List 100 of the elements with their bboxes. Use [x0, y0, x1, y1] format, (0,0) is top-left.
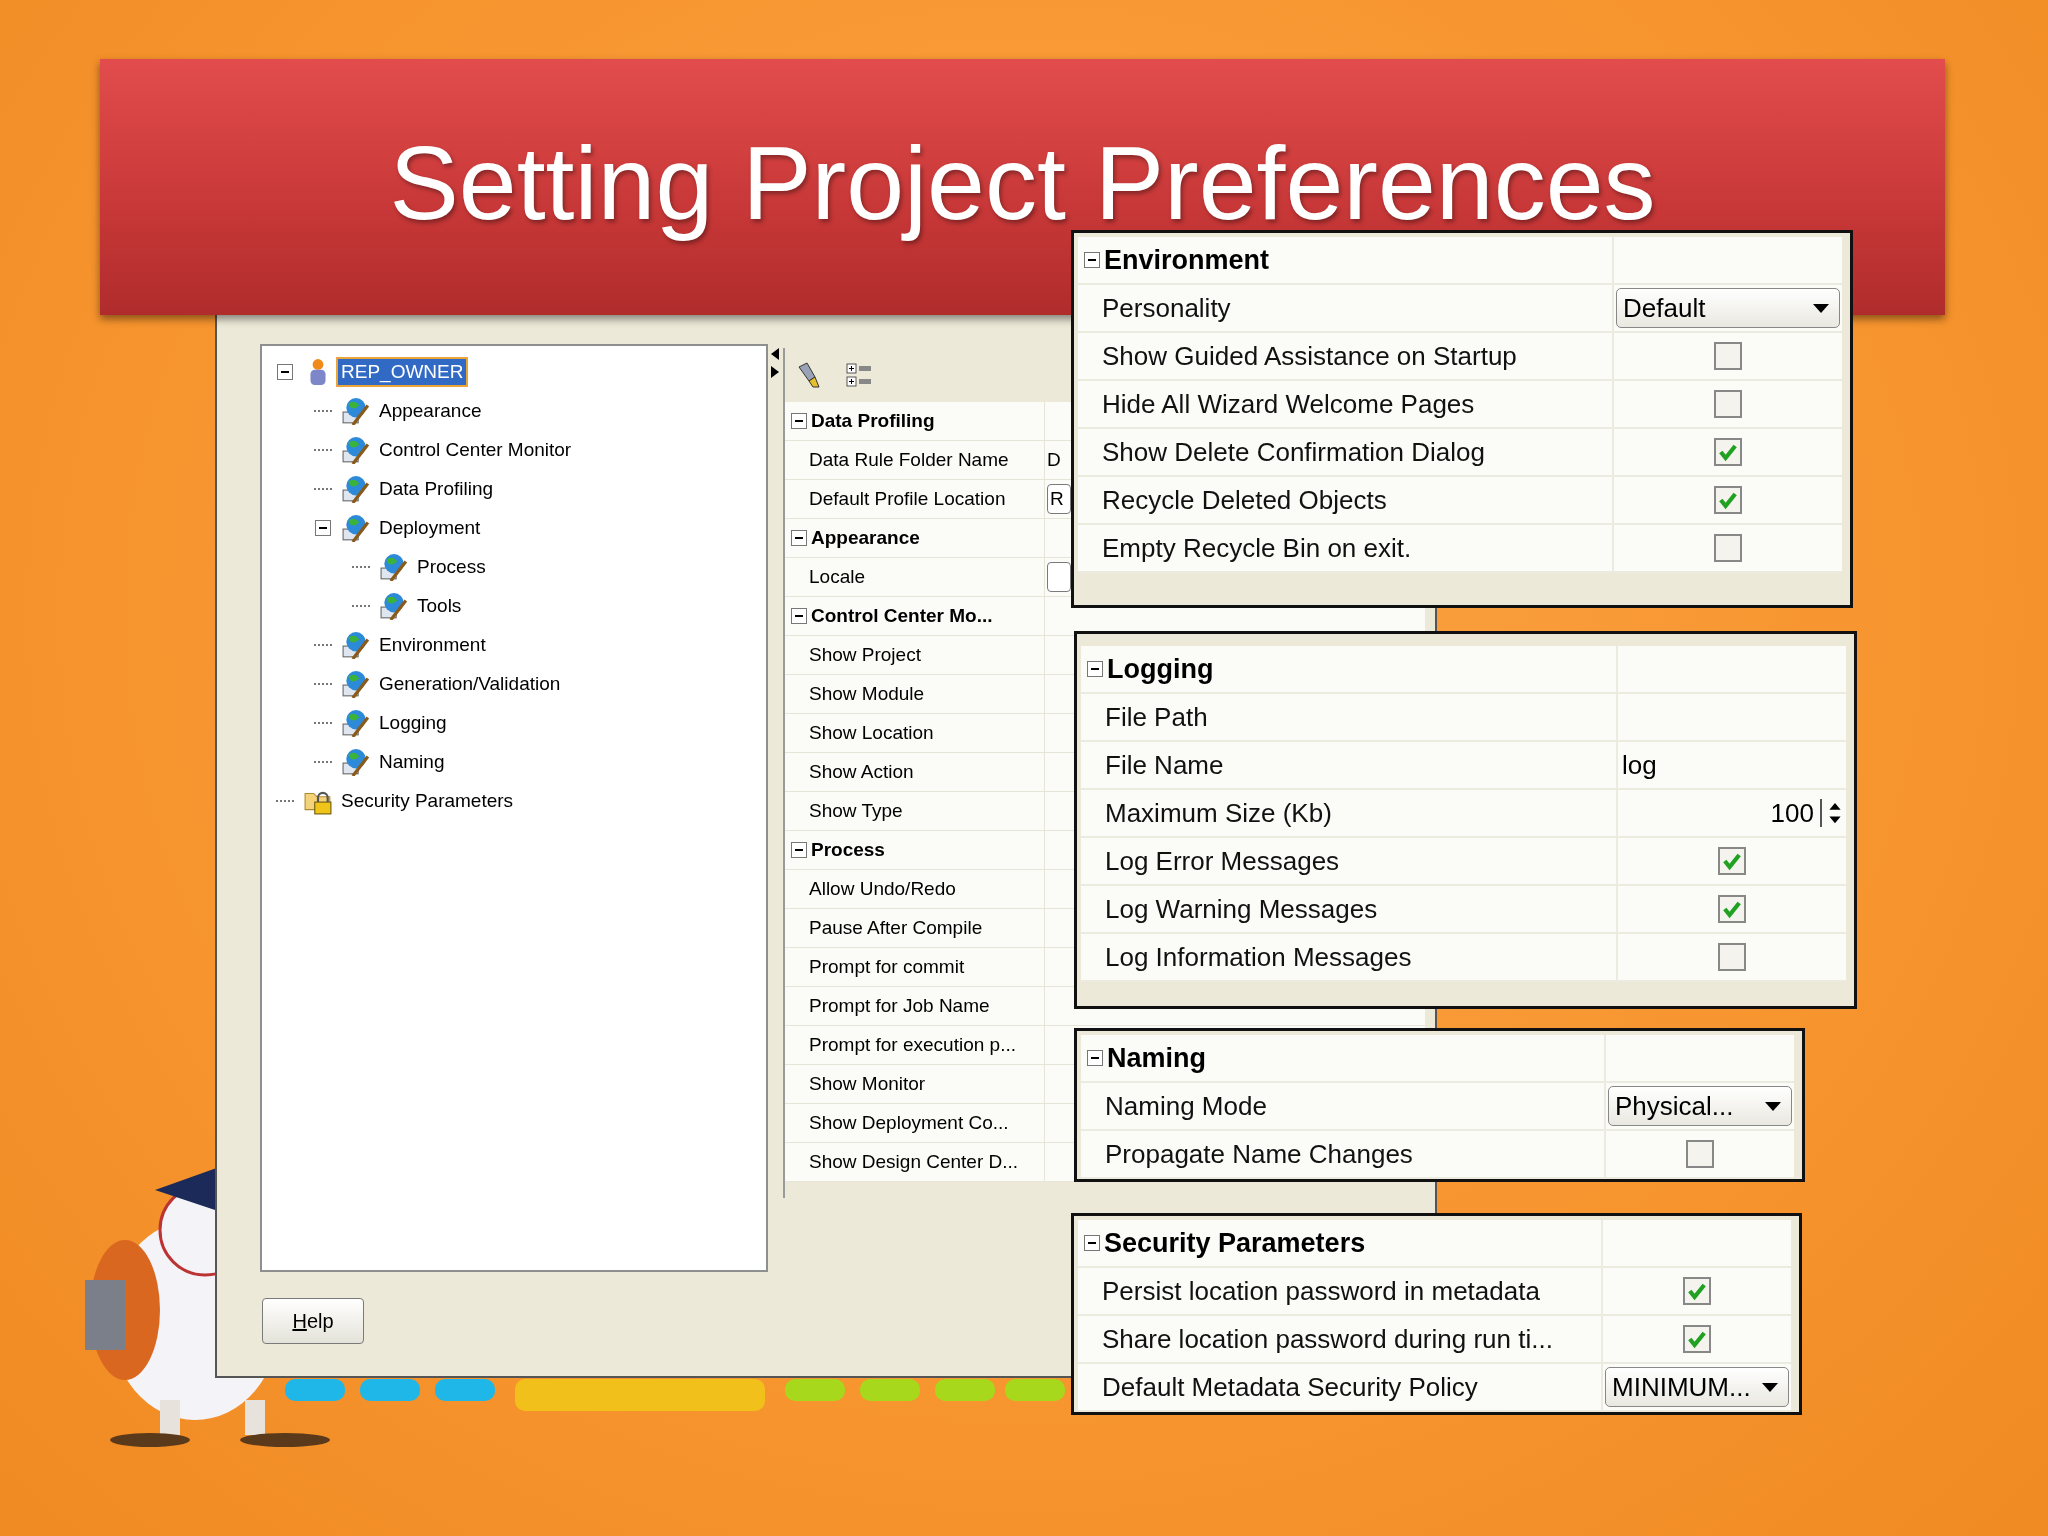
tree-item[interactable]: Security Parameters	[336, 785, 519, 816]
setting-label: Propagate Name Changes	[1104, 1138, 1413, 1170]
splitter-arrows-icon[interactable]	[770, 346, 780, 380]
tree-item[interactable]: Appearance	[374, 395, 487, 426]
setting-label: Persist location password in metadata	[1101, 1275, 1540, 1307]
globe-pencil-icon	[342, 747, 370, 776]
property-label: Allow Undo/Redo	[808, 878, 956, 900]
setting-label: Show Guided Assistance on Startup	[1101, 340, 1517, 372]
section-heading: Appearance	[811, 527, 920, 549]
collapse-icon[interactable]	[1084, 252, 1100, 268]
caret-icon	[1813, 303, 1829, 313]
setting-label: Recycle Deleted Objects	[1101, 484, 1387, 516]
collapse-icon[interactable]	[791, 413, 807, 429]
collapse-icon[interactable]	[1087, 1050, 1103, 1066]
globe-pencil-icon	[342, 669, 370, 698]
collapse-icon[interactable]	[1084, 1235, 1100, 1251]
tree-item[interactable]: Generation/Validation	[374, 668, 566, 699]
section-heading: Environment	[1104, 244, 1270, 276]
setting-label: Show Delete Confirmation Dialog	[1101, 436, 1485, 468]
collapse-icon[interactable]	[791, 530, 807, 546]
property-label: Show Monitor	[808, 1073, 926, 1095]
dropdown[interactable]: Physical...	[1608, 1086, 1792, 1126]
tree-item[interactable]: Process	[412, 551, 491, 582]
help-button[interactable]: Help	[262, 1298, 364, 1344]
section-heading: Data Profiling	[811, 410, 935, 432]
property-label: Show Type	[808, 800, 903, 822]
property-label: Locale	[808, 566, 865, 588]
collapse-icon[interactable]	[277, 363, 293, 380]
tree-item[interactable]: Deployment	[374, 512, 486, 543]
checkbox[interactable]	[1718, 943, 1746, 971]
setting-label: Log Warning Messages	[1104, 893, 1378, 925]
checkbox[interactable]	[1683, 1277, 1711, 1305]
property-label: Prompt for execution p...	[808, 1034, 1016, 1056]
setting-label: Hide All Wizard Welcome Pages	[1101, 388, 1475, 420]
tree-item[interactable]: Control Center Monitor	[374, 434, 577, 465]
setting-value: log	[1621, 749, 1657, 781]
tree-item[interactable]: Naming	[374, 746, 450, 777]
caret-icon	[1762, 1382, 1778, 1392]
globe-pencil-icon	[342, 630, 370, 659]
collapse-icon[interactable]	[791, 842, 807, 858]
slide-title: Setting Project Preferences	[389, 129, 1656, 239]
setting-label: File Name	[1104, 749, 1224, 781]
setting-label: Personality	[1101, 292, 1231, 324]
setting-label: Naming Mode	[1104, 1090, 1267, 1122]
checkbox[interactable]	[1718, 895, 1746, 923]
property-label: Show Design Center D...	[808, 1151, 1019, 1173]
globe-pencil-icon	[342, 474, 370, 503]
section-heading: Naming	[1107, 1042, 1206, 1074]
dropdown[interactable]: MINIMUM...	[1605, 1367, 1789, 1407]
property-label: Prompt for Job Name	[808, 995, 990, 1017]
globe-pencil-icon	[380, 591, 408, 620]
tree-item[interactable]: Data Profiling	[374, 473, 499, 504]
property-label: Pause After Compile	[808, 917, 983, 939]
property-label: Prompt for commit	[808, 956, 965, 978]
section-heading: Security Parameters	[1104, 1227, 1366, 1259]
input-field[interactable]	[1047, 562, 1071, 592]
dropdown[interactable]: Default	[1616, 288, 1840, 328]
expand-all-icon[interactable]	[845, 361, 873, 389]
tree-item[interactable]: Tools	[412, 590, 467, 621]
globe-pencil-icon	[380, 552, 408, 581]
setting-label: Default Metadata Security Policy	[1101, 1371, 1478, 1403]
property-label: Data Rule Folder Name	[808, 449, 1009, 471]
checkbox[interactable]	[1714, 390, 1742, 418]
tree-item[interactable]: REP_OWNER	[336, 356, 469, 387]
section-heading: Process	[811, 839, 885, 861]
input-field[interactable]: R	[1047, 484, 1071, 514]
property-label: Show Module	[808, 683, 925, 705]
property-label: Default Profile Location	[808, 488, 1006, 510]
globe-pencil-icon	[342, 708, 370, 737]
globe-pencil-icon	[342, 513, 370, 542]
tree-item[interactable]: Logging	[374, 707, 452, 738]
collapse-icon[interactable]	[315, 519, 331, 536]
globe-pencil-icon	[342, 396, 370, 425]
collapse-icon[interactable]	[1087, 661, 1103, 677]
collapse-icon[interactable]	[791, 608, 807, 624]
number-field[interactable]: 100	[1620, 797, 1844, 829]
setting-label: Log Information Messages	[1104, 941, 1412, 973]
spinner-arrows-icon	[1820, 799, 1844, 827]
setting-label: Maximum Size (Kb)	[1104, 797, 1332, 829]
caret-icon	[1765, 1101, 1781, 1111]
checkbox[interactable]	[1714, 438, 1742, 466]
checkbox[interactable]	[1686, 1140, 1714, 1168]
setting-label: Log Error Messages	[1104, 845, 1340, 877]
setting-label: Share location password during run ti...	[1101, 1323, 1553, 1355]
checkbox[interactable]	[1683, 1325, 1711, 1353]
property-label: Show Action	[808, 761, 914, 783]
globe-pencil-icon	[342, 435, 370, 464]
property-value: D	[1047, 449, 1061, 471]
checkbox[interactable]	[1714, 486, 1742, 514]
section-heading: Logging	[1107, 653, 1214, 685]
property-label: Show Deployment Co...	[808, 1112, 1009, 1134]
checkbox[interactable]	[1714, 534, 1742, 562]
section-heading: Control Center Mo...	[811, 605, 993, 627]
setting-label: File Path	[1104, 701, 1208, 733]
property-label: Show Project	[808, 644, 921, 666]
checkbox[interactable]	[1718, 847, 1746, 875]
checkbox[interactable]	[1714, 342, 1742, 370]
tree-item[interactable]: Environment	[374, 629, 491, 660]
setting-label: Empty Recycle Bin on exit.	[1101, 532, 1412, 564]
property-label: Show Location	[808, 722, 934, 744]
